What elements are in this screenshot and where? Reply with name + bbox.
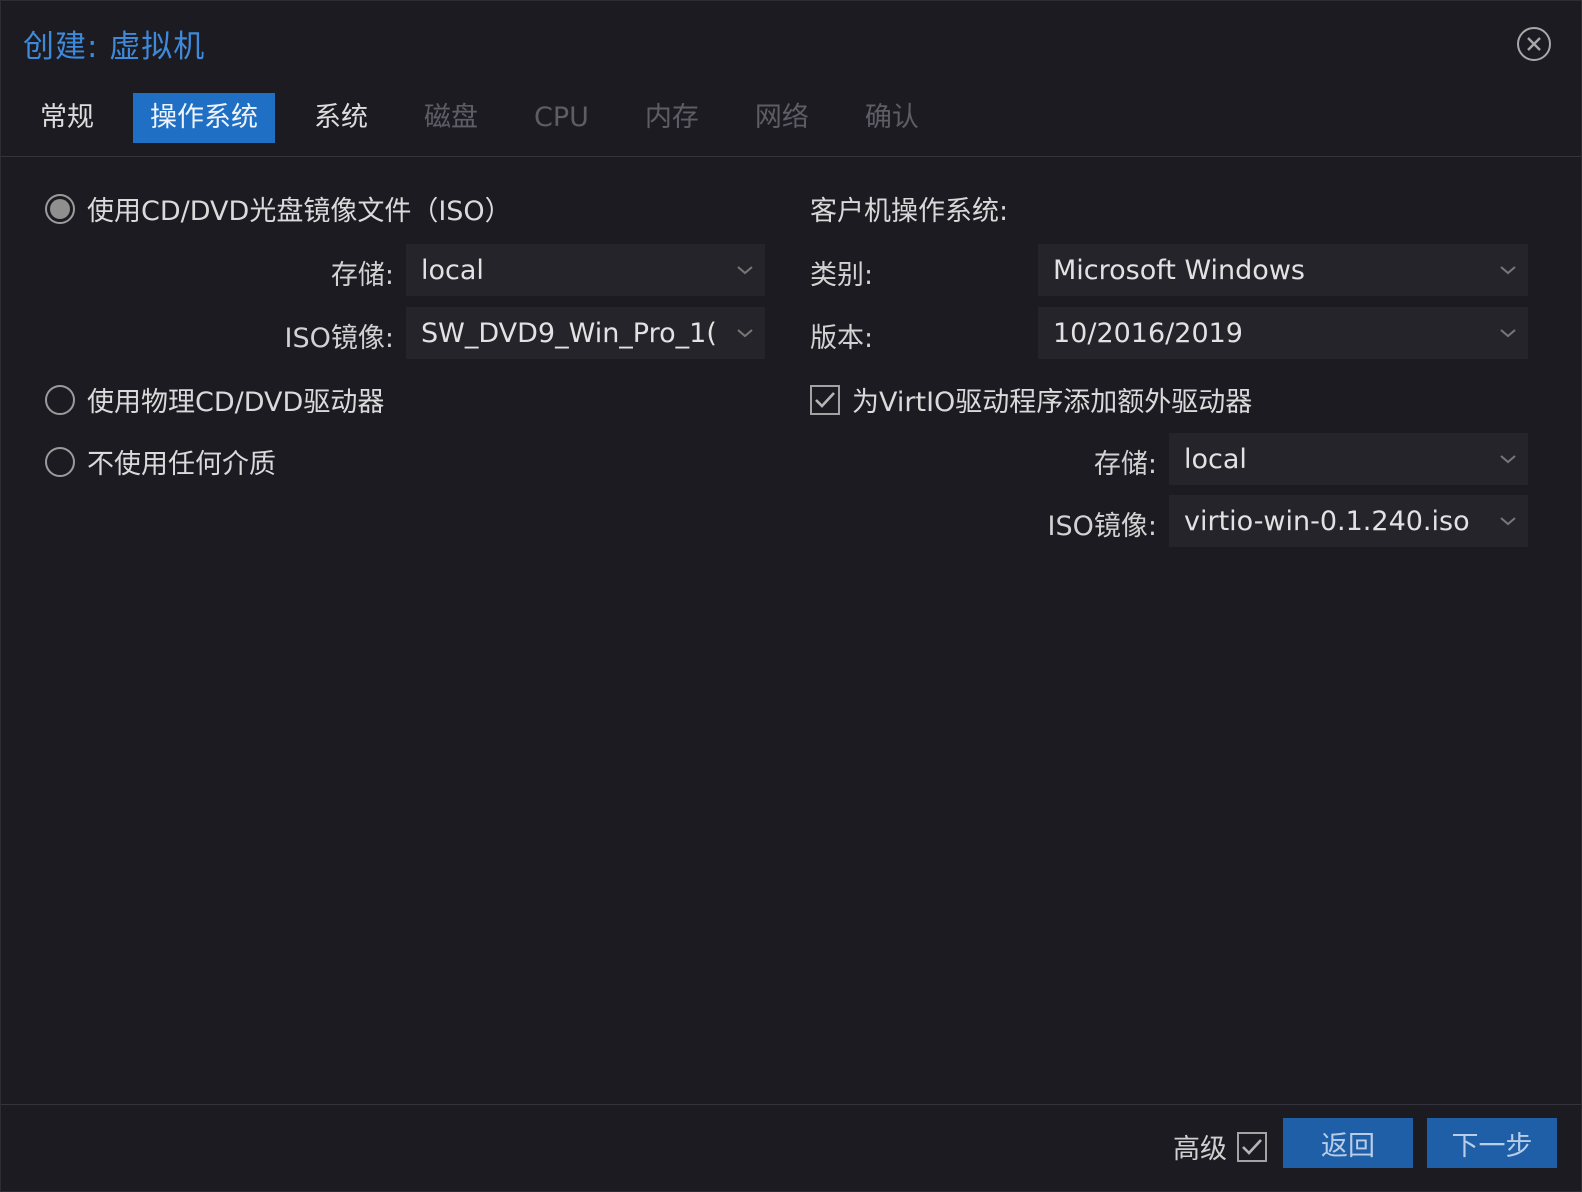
- tab-divider: [1, 156, 1581, 157]
- os-version-value: 10/2016/2019: [1053, 317, 1243, 349]
- virtio-checkbox[interactable]: [810, 384, 840, 415]
- close-button[interactable]: [1517, 27, 1551, 61]
- advanced-label: 高级: [1173, 1134, 1227, 1165]
- radio-button[interactable]: [45, 446, 75, 477]
- next-button[interactable]: 下一步: [1427, 1118, 1557, 1168]
- radio-button-checked[interactable]: [45, 193, 75, 224]
- chevron-down-icon: [1500, 517, 1516, 526]
- guest-os-title: 客户机操作系统:: [810, 196, 1009, 227]
- tab-network[interactable]: 网络: [738, 93, 826, 143]
- os-type-value: Microsoft Windows: [1053, 254, 1305, 286]
- virtio-checkbox-label: 为VirtIO驱动程序添加额外驱动器: [852, 387, 1253, 418]
- virtio-checkbox-row[interactable]: 为VirtIO驱动程序添加额外驱动器: [810, 380, 1252, 419]
- tab-confirm[interactable]: 确认: [848, 93, 936, 143]
- tab-memory[interactable]: 内存: [628, 93, 716, 143]
- radio-physical-drive-label: 使用物理CD/DVD驱动器: [87, 387, 385, 418]
- wizard-tabs: 常规 操作系统 系统 磁盘 CPU 内存 网络 确认: [23, 93, 958, 143]
- chevron-down-icon: [1500, 455, 1516, 464]
- dialog-footer: 高级 返回 下一步: [1, 1105, 1581, 1191]
- iso-storage-value: local: [421, 254, 484, 286]
- os-version-label: 版本:: [810, 323, 874, 354]
- iso-storage-label: 存储:: [330, 260, 394, 291]
- close-icon: [1527, 37, 1541, 51]
- radio-no-media-label: 不使用任何介质: [87, 449, 276, 480]
- virtio-iso-value: virtio-win-0.1.240.iso: [1184, 505, 1470, 537]
- checkmark-icon: [1242, 1138, 1262, 1155]
- os-version-select[interactable]: 10/2016/2019: [1038, 307, 1528, 359]
- virtio-iso-select[interactable]: virtio-win-0.1.240.iso: [1169, 495, 1528, 547]
- advanced-toggle[interactable]: 高级: [1173, 1127, 1267, 1166]
- virtio-storage-label: 存储:: [1093, 449, 1157, 480]
- chevron-down-icon: [737, 266, 753, 275]
- tab-cpu[interactable]: CPU: [517, 93, 606, 143]
- tab-system[interactable]: 系统: [297, 93, 385, 143]
- radio-button[interactable]: [45, 384, 75, 415]
- radio-no-media[interactable]: 不使用任何介质: [45, 442, 276, 481]
- back-button[interactable]: 返回: [1283, 1118, 1413, 1168]
- os-type-label: 类别:: [810, 260, 874, 291]
- chevron-down-icon: [1500, 266, 1516, 275]
- radio-use-iso-label: 使用CD/DVD光盘镜像文件（ISO）: [87, 196, 512, 227]
- create-vm-dialog: 创建: 虚拟机 常规 操作系统 系统 磁盘 CPU 内存 网络 确认 使用CD/…: [0, 0, 1582, 1192]
- tab-os[interactable]: 操作系统: [133, 93, 275, 143]
- checkmark-icon: [815, 391, 835, 408]
- iso-image-value: SW_DVD9_Win_Pro_1(: [421, 317, 717, 349]
- radio-use-iso[interactable]: 使用CD/DVD光盘镜像文件（ISO）: [45, 189, 512, 228]
- tab-disks[interactable]: 磁盘: [407, 93, 495, 143]
- virtio-iso-label: ISO镜像:: [1047, 511, 1157, 542]
- iso-image-select[interactable]: SW_DVD9_Win_Pro_1(: [406, 307, 765, 359]
- chevron-down-icon: [737, 329, 753, 338]
- iso-image-label: ISO镜像:: [284, 323, 394, 354]
- advanced-checkbox[interactable]: [1237, 1131, 1267, 1162]
- iso-storage-select[interactable]: local: [406, 244, 765, 296]
- tab-general[interactable]: 常规: [23, 93, 111, 143]
- radio-physical-drive[interactable]: 使用物理CD/DVD驱动器: [45, 380, 384, 419]
- virtio-storage-select[interactable]: local: [1169, 433, 1528, 485]
- os-type-select[interactable]: Microsoft Windows: [1038, 244, 1528, 296]
- virtio-storage-value: local: [1184, 443, 1247, 475]
- chevron-down-icon: [1500, 329, 1516, 338]
- dialog-title: 创建: 虚拟机: [23, 29, 206, 65]
